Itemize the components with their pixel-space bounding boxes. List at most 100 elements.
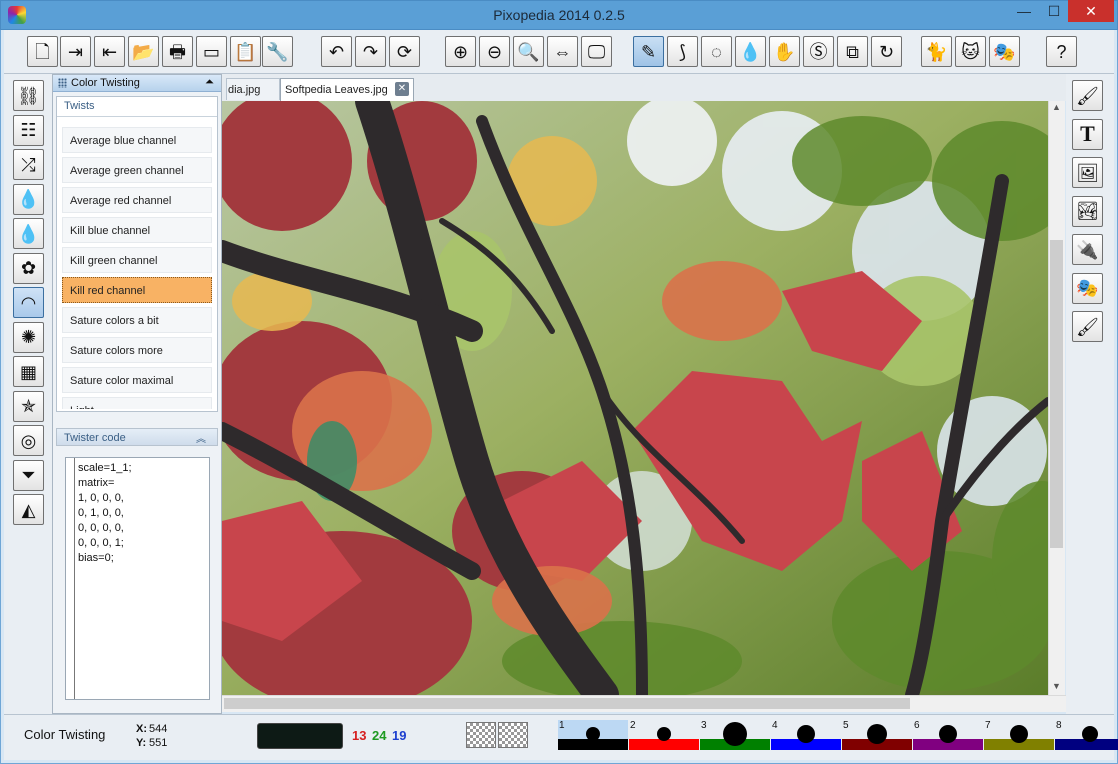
export-button[interactable]: ⇤ [94, 36, 125, 67]
drop-number-icon: 💧 [17, 223, 40, 244]
new-file-button[interactable]: 🗋 [27, 36, 58, 67]
double-chevron-up-icon[interactable]: ︽ [196, 430, 206, 445]
undo-button[interactable]: ↶ [321, 36, 352, 67]
minimize-icon[interactable]: — [1008, 0, 1040, 22]
fill-brush-tool-button[interactable]: 🖌 [1072, 311, 1103, 342]
hand-pan-icon: ✋ [773, 41, 796, 62]
brush-preset[interactable]: 4 [771, 720, 841, 750]
x-coord-value: 544 [149, 723, 168, 735]
brush-splash-tool-button[interactable]: ✺ [13, 321, 44, 353]
eyedropper-icon: 💧 [739, 41, 762, 62]
theater-masks-tool-button[interactable]: 🎭 [1072, 272, 1103, 304]
twist-list-item[interactable]: Kill red channel [62, 277, 212, 303]
spiral-tool-button[interactable]: ◎ [13, 425, 44, 456]
scroll-down-icon[interactable]: ▼ [1048, 681, 1065, 691]
cat-filter-icon: 🐈 [925, 41, 948, 62]
brush-number: 7 [985, 720, 991, 731]
brush-preset[interactable]: 2 [629, 720, 699, 750]
close-icon[interactable]: ✕ [1068, 0, 1114, 22]
grid-icon: ▦ [19, 361, 37, 382]
twister-code-label: Twister code [64, 432, 126, 444]
zoom-out-button[interactable]: ⊖ [479, 36, 510, 67]
collapse-up-icon[interactable]: ⏶ [205, 76, 214, 89]
twist-list-item[interactable]: Light [62, 397, 212, 409]
zoom-fit-button[interactable]: 🔍 [513, 36, 544, 67]
x-coord-label: X: [136, 723, 147, 735]
twist-list-item[interactable]: Average green channel [62, 157, 212, 183]
grip-icon[interactable] [58, 78, 67, 88]
twist-list[interactable]: Average blue channel Average green channe… [62, 127, 212, 409]
image-frame-tool-button[interactable]: 🖼 [1072, 157, 1103, 188]
scroll-up-icon[interactable]: ▲ [1048, 102, 1065, 112]
pizza-tool-button[interactable]: ◭ [13, 494, 44, 525]
tab-close-icon[interactable]: ✕ [395, 82, 409, 96]
brush-preset[interactable]: 3 [700, 720, 770, 750]
rotate-icon: ↻ [878, 41, 895, 62]
pen-tool-button[interactable]: ✎ [633, 36, 664, 67]
plugin-tool-button[interactable]: 🔌 [1072, 234, 1103, 265]
equalizer-tool-button[interactable]: ☷ [13, 114, 44, 146]
twist-list-item[interactable]: Sature color maximal [62, 367, 212, 393]
horizontal-scroll-thumb[interactable] [224, 698, 910, 709]
text-tool-tool-button[interactable]: T [1072, 118, 1103, 150]
drop-gear-tool-button[interactable]: 💧 [13, 183, 44, 215]
lasso-select-button[interactable]: ◌ [701, 36, 732, 67]
maximize-icon[interactable]: ☐ [1040, 0, 1068, 22]
magic-pen-tool-button[interactable]: ✯ [13, 390, 44, 422]
brush-preset[interactable]: 8 [1055, 720, 1118, 750]
picture-tool-button[interactable]: 🏞 [1072, 195, 1103, 227]
rotate-button[interactable]: ↻ [871, 36, 902, 67]
eyedropper-button[interactable]: 💧 [735, 36, 766, 67]
paintbrush-tool-button[interactable]: 🖌 [1072, 80, 1103, 111]
redo-button[interactable]: ↷ [355, 36, 386, 67]
import-button[interactable]: ⇥ [60, 36, 91, 67]
fit-width-button[interactable]: ⇔ [547, 36, 578, 67]
zoom-in-button[interactable]: ⊕ [445, 36, 476, 67]
twist-list-item[interactable]: Sature colors more [62, 337, 212, 363]
twist-list-item[interactable]: Kill green channel [62, 247, 212, 273]
twist-list-item[interactable]: Average red channel [62, 187, 212, 213]
crop-button[interactable]: ⧉ [837, 36, 868, 67]
current-color-swatch[interactable] [257, 723, 343, 749]
twister-code-text[interactable]: scale=1_1; matrix= 1, 0, 0, 0, 0, 1, 0, … [78, 461, 132, 566]
chain-link-tool-button[interactable]: ⛓ [13, 80, 44, 111]
twist-list-item[interactable]: Average blue channel [62, 127, 212, 153]
shuffle-tool-button[interactable]: ⤮ [13, 149, 44, 180]
plugin-icon: 🔌 [1076, 239, 1099, 260]
brush-number: 6 [914, 720, 920, 731]
picture-icon: 🏞 [1076, 201, 1099, 221]
open-folder-button[interactable]: 📂 [128, 36, 159, 67]
twist-list-item[interactable]: Kill blue channel [62, 217, 212, 243]
filter-funnel-tool-button[interactable]: ⏷ [13, 459, 44, 491]
mask-button[interactable]: 🎭 [989, 36, 1020, 67]
refresh-button[interactable]: ⟳ [389, 36, 420, 67]
help-button[interactable]: ? [1046, 36, 1077, 67]
redo-icon: ↷ [362, 41, 379, 62]
flower-tool-button[interactable]: ✿ [13, 252, 44, 284]
pattern-swatch[interactable] [466, 722, 496, 748]
twist-list-item[interactable]: Sature colors a bit [62, 307, 212, 333]
fullscreen-button[interactable]: 🖵 [581, 36, 612, 67]
brush-number: 8 [1056, 720, 1062, 731]
pattern-swatch[interactable] [498, 722, 528, 748]
settings-wrench-button[interactable]: 🔧 [262, 36, 293, 67]
scanner-button[interactable]: ▭ [196, 36, 227, 67]
brush-preset[interactable]: 1 [558, 720, 628, 750]
paste-button[interactable]: 📋 [230, 36, 261, 67]
vertical-scroll-thumb[interactable] [1050, 240, 1063, 548]
image-canvas[interactable] [222, 101, 1048, 695]
hand-pan-button[interactable]: ✋ [769, 36, 800, 67]
print-button[interactable]: 🖶 [162, 36, 193, 67]
brush-preset[interactable]: 6 [913, 720, 983, 750]
brush-preset[interactable]: 7 [984, 720, 1054, 750]
grid-tool-button[interactable]: ▦ [13, 356, 44, 387]
cat-filter-button[interactable]: 🐈 [921, 36, 952, 67]
drop-number-tool-button[interactable]: 💧 [13, 218, 44, 249]
rainbow-tool-button[interactable]: ◠ [13, 287, 44, 318]
cat-outline-button[interactable]: 🐱 [955, 36, 986, 67]
brush-preset[interactable]: 5 [842, 720, 912, 750]
brush-shape-icon [1010, 725, 1028, 743]
sample-zoom-button[interactable]: Ⓢ [803, 36, 834, 67]
path-tool-button[interactable]: ⟆ [667, 36, 698, 67]
paste-icon: 📋 [234, 41, 257, 62]
